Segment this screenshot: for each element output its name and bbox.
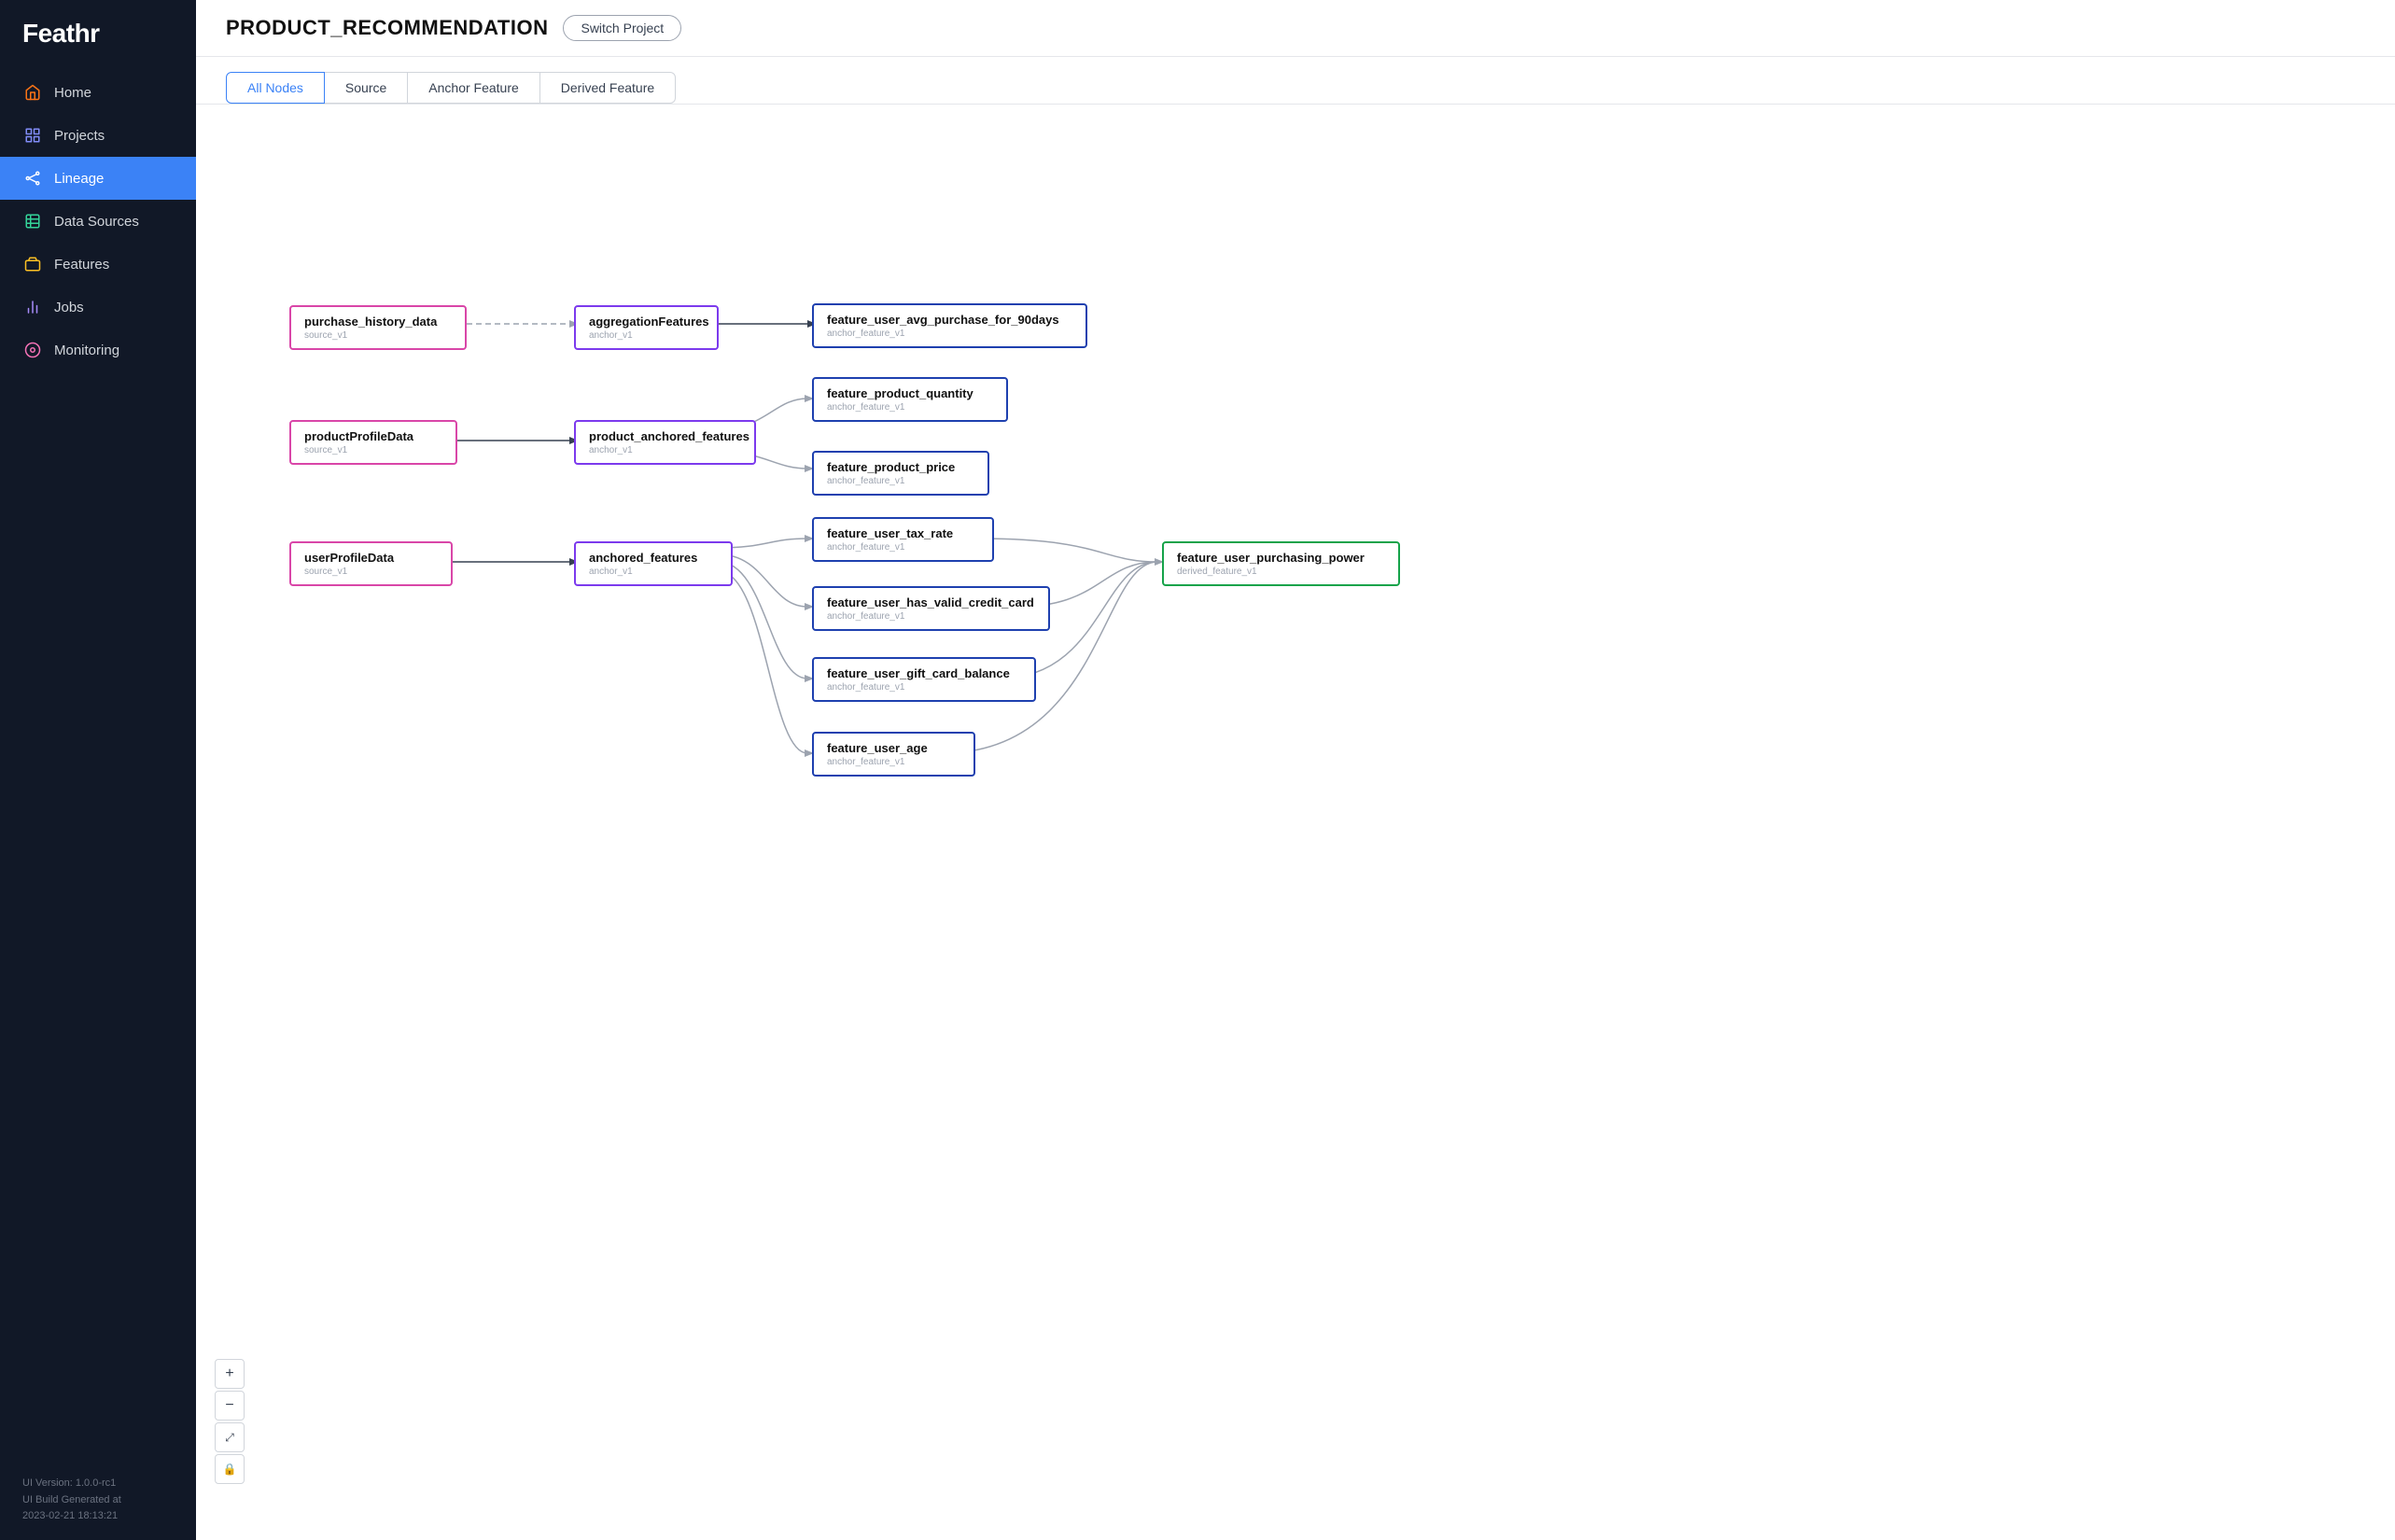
sidebar-item-features[interactable]: Features [0, 243, 196, 286]
graph-container: purchase_history_data source_v1 productP… [215, 123, 1428, 823]
tab-derived-feature[interactable]: Derived Feature [539, 72, 676, 104]
sidebar-item-projects-label: Projects [54, 128, 105, 144]
sidebar-item-datasources-label: Data Sources [54, 214, 139, 230]
sidebar-item-projects[interactable]: Projects [0, 114, 196, 157]
node-label: aggregationFeatures [589, 315, 709, 329]
node-sub: derived_feature_v1 [1177, 567, 1385, 577]
node-label: anchored_features [589, 551, 697, 565]
node-productProfileData[interactable]: productProfileData source_v1 [289, 420, 457, 465]
datasources-icon [22, 211, 43, 231]
sidebar-item-home[interactable]: Home [0, 71, 196, 114]
project-title: PRODUCT_RECOMMENDATION [226, 16, 548, 40]
node-label: product_anchored_features [589, 429, 749, 443]
node-sub: source_v1 [304, 567, 438, 577]
node-label: purchase_history_data [304, 315, 437, 329]
node-aggregationFeatures[interactable]: aggregationFeatures anchor_v1 [574, 305, 719, 350]
node-sub: anchor_feature_v1 [827, 542, 979, 553]
node-label: feature_user_tax_rate [827, 526, 953, 540]
sidebar-item-features-label: Features [54, 257, 109, 273]
tab-bar: All Nodes Source Anchor Feature Derived … [196, 57, 2395, 105]
sidebar-item-lineage-label: Lineage [54, 171, 104, 187]
sidebar-item-lineage[interactable]: Lineage [0, 157, 196, 200]
node-label: feature_user_purchasing_power [1177, 551, 1365, 565]
node-label: productProfileData [304, 429, 413, 443]
node-sub: anchor_feature_v1 [827, 682, 1021, 693]
main-content: PRODUCT_RECOMMENDATION Switch Project Al… [196, 0, 2395, 1540]
node-sub: source_v1 [304, 445, 442, 455]
node-feature-user-age[interactable]: feature_user_age anchor_feature_v1 [812, 732, 975, 777]
node-userProfileData[interactable]: userProfileData source_v1 [289, 541, 453, 586]
header: PRODUCT_RECOMMENDATION Switch Project [196, 0, 2395, 57]
node-feature-product-quantity[interactable]: feature_product_quantity anchor_feature_… [812, 377, 1008, 422]
node-sub: anchor_feature_v1 [827, 476, 974, 486]
node-sub: anchor_feature_v1 [827, 329, 1072, 339]
node-sub: anchor_feature_v1 [827, 611, 1035, 622]
lineage-icon [22, 168, 43, 189]
projects-icon [22, 125, 43, 146]
fit-view-button[interactable]: ⤢ [215, 1422, 245, 1452]
node-feature-product-price[interactable]: feature_product_price anchor_feature_v1 [812, 451, 989, 496]
node-purchase-history-data[interactable]: purchase_history_data source_v1 [289, 305, 467, 350]
zoom-in-button[interactable]: + [215, 1359, 245, 1389]
zoom-out-button[interactable]: − [215, 1391, 245, 1421]
sidebar-version: UI Version: 1.0.0-rc1 UI Build Generated… [0, 1461, 196, 1540]
zoom-controls: + − ⤢ 🔒 [215, 1359, 245, 1484]
sidebar-item-data-sources[interactable]: Data Sources [0, 200, 196, 243]
node-sub: anchor_feature_v1 [827, 757, 960, 767]
jobs-icon [22, 297, 43, 317]
tab-source[interactable]: Source [324, 72, 408, 104]
node-product-anchored-features[interactable]: product_anchored_features anchor_v1 [574, 420, 756, 465]
node-sub: anchor_feature_v1 [827, 402, 993, 413]
tab-all-nodes[interactable]: All Nodes [226, 72, 325, 104]
sidebar-item-monitoring-label: Monitoring [54, 343, 119, 358]
tab-anchor-feature[interactable]: Anchor Feature [407, 72, 540, 104]
sidebar-item-jobs-label: Jobs [54, 300, 84, 315]
node-label: feature_product_quantity [827, 386, 973, 400]
sidebar-item-monitoring[interactable]: Monitoring [0, 329, 196, 371]
node-feature-user-purchasing-power[interactable]: feature_user_purchasing_power derived_fe… [1162, 541, 1400, 586]
node-feature-user-valid-cc[interactable]: feature_user_has_valid_credit_card ancho… [812, 586, 1050, 631]
features-icon [22, 254, 43, 274]
node-label: feature_user_gift_card_balance [827, 666, 1010, 680]
node-feature-user-tax-rate[interactable]: feature_user_tax_rate anchor_feature_v1 [812, 517, 994, 562]
monitoring-icon [22, 340, 43, 360]
node-feature-user-gift-card[interactable]: feature_user_gift_card_balance anchor_fe… [812, 657, 1036, 702]
node-sub: anchor_v1 [589, 330, 704, 341]
sidebar-item-jobs[interactable]: Jobs [0, 286, 196, 329]
graph-area: purchase_history_data source_v1 productP… [196, 105, 2395, 1540]
node-label: feature_user_avg_purchase_for_90days [827, 313, 1059, 327]
node-label: feature_product_price [827, 460, 955, 474]
home-icon [22, 82, 43, 103]
node-label: userProfileData [304, 551, 394, 565]
node-anchored-features[interactable]: anchored_features anchor_v1 [574, 541, 733, 586]
node-sub: anchor_v1 [589, 445, 741, 455]
node-feature-user-avg-purchase[interactable]: feature_user_avg_purchase_for_90days anc… [812, 303, 1087, 348]
lock-button[interactable]: 🔒 [215, 1454, 245, 1484]
node-sub: source_v1 [304, 330, 452, 341]
switch-project-button[interactable]: Switch Project [563, 15, 681, 41]
node-label: feature_user_age [827, 741, 928, 755]
sidebar: Feathr Home Projects Lineage [0, 0, 196, 1540]
sidebar-item-home-label: Home [54, 85, 91, 101]
node-label: feature_user_has_valid_credit_card [827, 595, 1034, 609]
app-logo: Feathr [0, 0, 196, 71]
node-sub: anchor_v1 [589, 567, 718, 577]
